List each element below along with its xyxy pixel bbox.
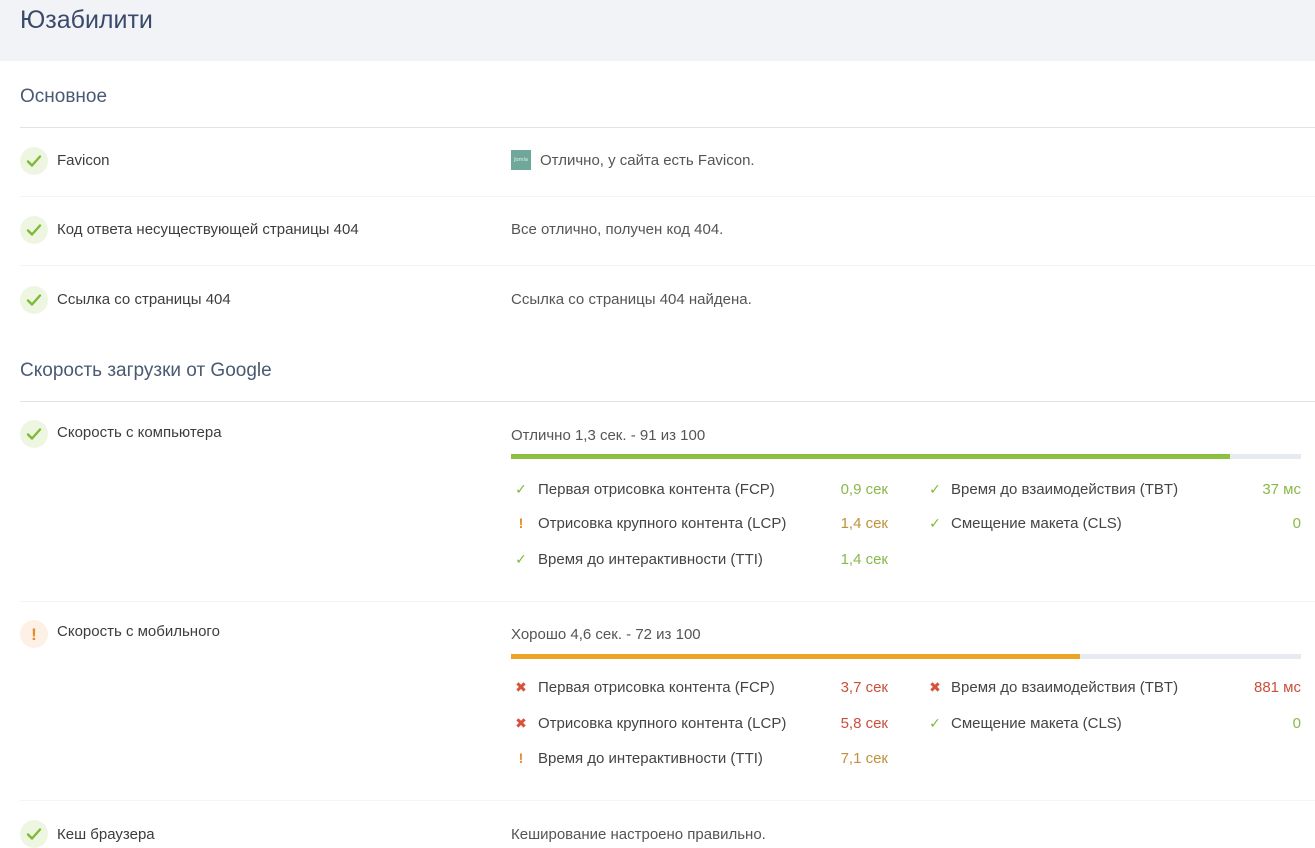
row-value-code404: Все отлично, получен код 404. — [511, 221, 724, 238]
row-label-mobile-speed: Скорость с мобильного — [57, 623, 220, 640]
row-divider — [20, 265, 1315, 266]
section-divider — [20, 401, 1315, 402]
row-label-link404: Ссылка со страницы 404 — [57, 291, 231, 308]
metric-cls-desktop-value: 0 — [1292, 515, 1301, 532]
metric-fcp-mobile-value: 3,7 сек — [840, 679, 888, 696]
row-label-favicon: Favicon — [57, 152, 110, 169]
metric-lcp-mobile: Отрисовка крупного контента (LCP) — [538, 715, 787, 732]
metric-lcp-mobile-value: 5,8 сек — [840, 715, 888, 732]
section-divider — [20, 127, 1315, 128]
check-icon — [20, 147, 48, 175]
cross-icon: ✖ — [515, 715, 527, 731]
check-icon: ✓ — [515, 481, 527, 497]
check-icon — [20, 820, 48, 848]
row-value-favicon: Отлично, у сайта есть Favicon. — [540, 152, 755, 169]
metric-tbt-desktop: Время до взаимодействия (TBT) — [951, 481, 1179, 498]
row-value-cache: Кеширование настроено правильно. — [511, 826, 766, 843]
metric-tbt-desktop-value: 37 мс — [1262, 481, 1301, 498]
row-label-cache: Кеш браузера — [57, 826, 155, 843]
check-icon: ✓ — [929, 515, 941, 531]
metric-cls-mobile: Смещение макета (CLS) — [951, 715, 1122, 732]
favicon-text: Jomla — [514, 156, 528, 163]
warning-icon: ! — [518, 515, 524, 531]
metric-tbt-mobile: Время до взаимодействия (TBT) — [951, 679, 1179, 696]
desktop-score-bar — [511, 454, 1301, 459]
metric-fcp-desktop-value: 0,9 сек — [840, 481, 888, 498]
row-label-code404: Код ответа несуществующей страницы 404 — [57, 221, 359, 238]
metric-tbt-mobile-value: 881 мс — [1253, 679, 1301, 696]
cross-icon: ✖ — [929, 679, 941, 695]
metric-tti-mobile-value: 7,1 сек — [840, 750, 888, 767]
metric-cls-mobile-value: 0 — [1292, 715, 1301, 732]
metric-tti-desktop-value: 1,4 сек — [840, 551, 888, 568]
warning-icon: ! — [518, 750, 524, 766]
warning-icon: ! — [20, 620, 48, 648]
check-icon — [20, 420, 48, 448]
section-title-basic: Основное — [20, 86, 108, 107]
page-header: Юзабилити — [0, 0, 1315, 61]
section-title-speed: Скорость загрузки от Google — [20, 360, 272, 381]
row-label-desktop-speed: Скорость с компьютера — [57, 424, 222, 441]
metric-lcp-desktop: Отрисовка крупного контента (LCP) — [538, 515, 787, 532]
page-title: Юзабилити — [20, 6, 153, 34]
metric-fcp-mobile: Первая отрисовка контента (FCP) — [538, 679, 775, 696]
check-icon: ✓ — [515, 551, 527, 567]
row-divider — [20, 800, 1315, 801]
row-value-link404: Ссылка со страницы 404 найдена. — [511, 291, 752, 308]
metric-cls-desktop: Смещение макета (CLS) — [951, 515, 1122, 532]
row-divider — [20, 601, 1315, 602]
favicon-image: Jomla — [511, 150, 531, 170]
metric-tti-mobile: Время до интерактивности (TTI) — [538, 750, 763, 767]
check-icon — [20, 286, 48, 314]
metric-tti-desktop: Время до интерактивности (TTI) — [538, 551, 763, 568]
desktop-score-fill — [511, 454, 1230, 459]
check-icon — [20, 216, 48, 244]
row-divider — [20, 196, 1315, 197]
metric-lcp-desktop-value: 1,4 сек — [840, 515, 888, 532]
mobile-speed-summary: Хорошо 4,6 сек. - 72 из 100 — [511, 626, 701, 643]
cross-icon: ✖ — [515, 679, 527, 695]
desktop-speed-summary: Отлично 1,3 сек. - 91 из 100 — [511, 427, 706, 444]
mobile-score-bar — [511, 654, 1301, 659]
check-icon: ✓ — [929, 715, 941, 731]
check-icon: ✓ — [929, 481, 941, 497]
metric-fcp-desktop: Первая отрисовка контента (FCP) — [538, 481, 775, 498]
mobile-score-fill — [511, 654, 1080, 659]
